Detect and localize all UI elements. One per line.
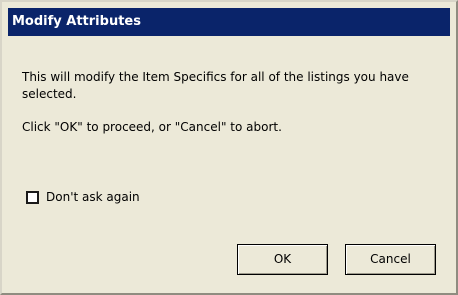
message-text-modify: This will modify the Item Specifics for …: [22, 70, 409, 101]
dialog-title: Modify Attributes: [12, 14, 141, 29]
dialog-message: This will modify the Item Specifics for …: [22, 69, 452, 136]
dont-ask-again-checkbox[interactable]: [26, 190, 39, 204]
dialog-title-bar[interactable]: Modify Attributes: [8, 8, 450, 36]
message-text-instructions: Click "OK" to proceed, or "Cancel" to ab…: [22, 120, 282, 134]
dont-ask-again-label[interactable]: Don't ask again: [46, 189, 140, 205]
cancel-button[interactable]: Cancel: [345, 244, 436, 275]
modify-attributes-dialog: Modify Attributes This will modify the I…: [0, 0, 458, 295]
dont-ask-again-option[interactable]: Don't ask again: [26, 189, 140, 205]
ok-button[interactable]: OK: [237, 244, 328, 275]
